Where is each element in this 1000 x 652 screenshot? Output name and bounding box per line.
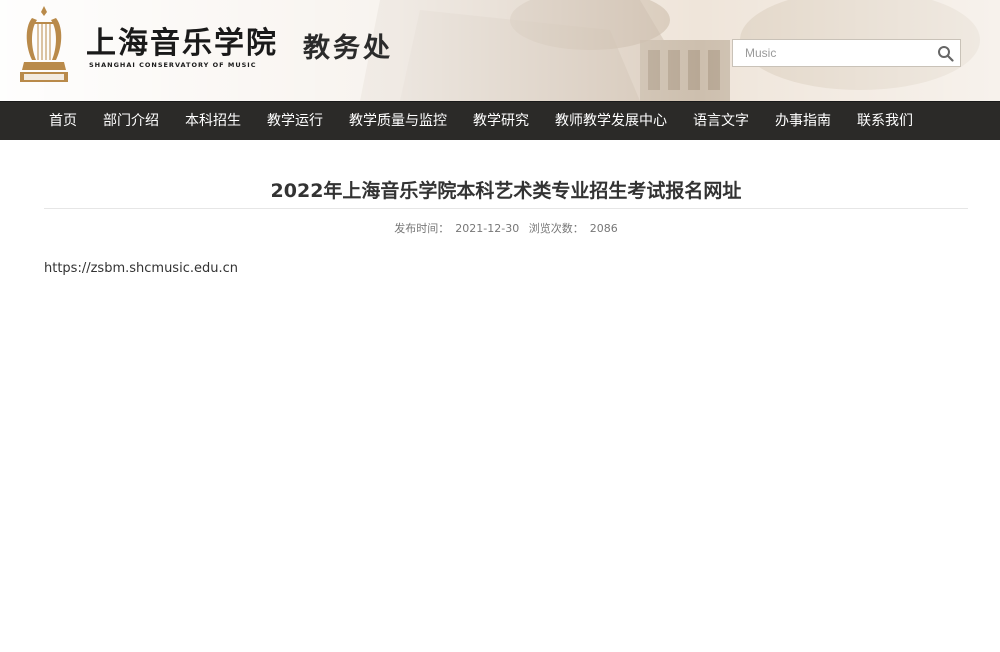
- nav-item-quality-monitoring[interactable]: 教学质量与监控: [336, 102, 460, 141]
- title-divider: [44, 208, 968, 209]
- views-label: 浏览次数：: [528, 222, 584, 235]
- nav-item-language[interactable]: 语言文字: [680, 102, 762, 141]
- site-header: 上海音乐学院 SHANGHAI CONSERVATORY OF MUSIC 教务…: [0, 0, 1000, 101]
- nav-item-teaching-operations[interactable]: 教学运行: [254, 102, 336, 141]
- article-meta: 发布时间： 2021-12-30 浏览次数： 2086: [44, 221, 968, 237]
- registration-link[interactable]: https://zsbm.shcmusic.edu.cn: [44, 261, 238, 276]
- office-title: 教务处: [303, 33, 393, 64]
- search-box: [732, 39, 961, 67]
- nav-item-guide[interactable]: 办事指南: [762, 102, 844, 141]
- publish-label: 发布时间：: [394, 222, 450, 235]
- publish-date: 2021-12-30: [455, 222, 520, 235]
- school-name-english: SHANGHAI CONSERVATORY OF MUSIC: [89, 61, 257, 69]
- article-body: https://zsbm.shcmusic.edu.cn: [44, 259, 968, 279]
- nav-item-about[interactable]: 部门介绍: [90, 102, 172, 141]
- school-name-chinese: 上海音乐学院: [86, 26, 278, 61]
- search-icon[interactable]: [937, 45, 954, 62]
- views-count: 2086: [589, 222, 618, 235]
- search-input[interactable]: [733, 40, 929, 66]
- article-content: 2022年上海音乐学院本科艺术类专业招生考试报名网址 发布时间： 2021-12-…: [0, 176, 1000, 279]
- article-title: 2022年上海音乐学院本科艺术类专业招生考试报名网址: [270, 180, 742, 202]
- main-navigation: 首页 部门介绍 本科招生 教学运行 教学质量与监控 教学研究 教师教学发展中心 …: [0, 101, 1000, 140]
- nav-item-contact[interactable]: 联系我们: [844, 102, 926, 141]
- nav-item-faculty-development[interactable]: 教师教学发展中心: [542, 102, 680, 141]
- nav-item-admissions[interactable]: 本科招生: [172, 102, 254, 141]
- nav-item-home[interactable]: 首页: [36, 102, 90, 141]
- nav-item-teaching-research[interactable]: 教学研究: [460, 102, 542, 141]
- conservatory-lyre-emblem-icon: [20, 6, 68, 82]
